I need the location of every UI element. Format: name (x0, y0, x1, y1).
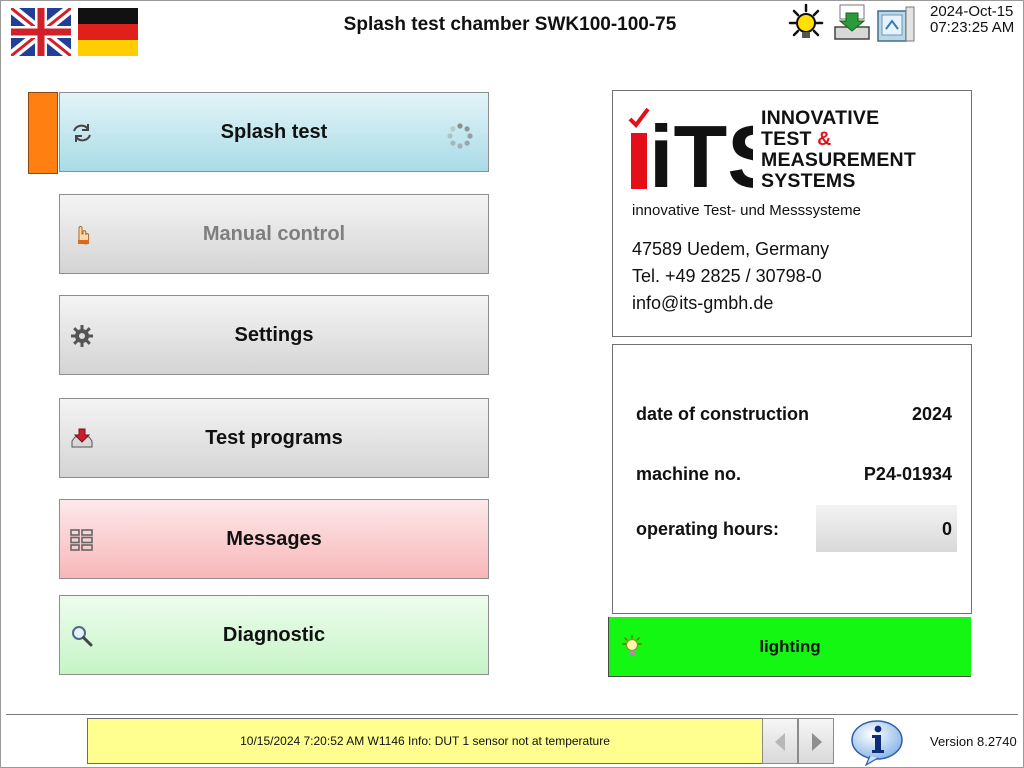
company-phone: Tel. +49 2825 / 30798-0 (632, 266, 822, 286)
diagnostic-label: Diagnostic (222, 623, 326, 646)
messages-button[interactable]: Messages (59, 499, 489, 579)
operating-hours-label: operating hours: (636, 519, 779, 539)
selection-marker (28, 92, 58, 174)
manual-control-button[interactable]: Manual control (59, 194, 489, 274)
splash-test-button[interactable]: Splash test (59, 92, 489, 172)
messages-label: Messages (226, 527, 322, 550)
machine-no-label: machine no. (636, 464, 742, 484)
settings-button[interactable]: Settings (59, 295, 489, 375)
logo-letters: iTS (649, 107, 753, 191)
splash-test-label: Splash test (220, 120, 328, 143)
chevron-right-icon (812, 733, 822, 751)
operating-hours-box (816, 505, 957, 552)
construction-label: date of construction (636, 404, 810, 424)
message-prev-button[interactable] (762, 718, 798, 764)
message-next-button[interactable] (798, 718, 834, 764)
message-text: 10/15/2024 7:20:52 AM W1146 Info: DUT 1 … (240, 734, 610, 748)
machine-no-value: P24-01934 (863, 464, 952, 484)
footer-divider (6, 714, 1018, 715)
info-icon[interactable] (850, 718, 906, 766)
lamp-icon[interactable] (786, 3, 826, 45)
manual-control-label: Manual control (202, 222, 346, 245)
settings-label: Settings (234, 323, 314, 346)
its-logo: iTS (628, 107, 753, 191)
message-bar[interactable]: 10/15/2024 7:20:52 AM W1146 Info: DUT 1 … (87, 718, 763, 764)
operating-hours-value: 0 (941, 519, 952, 539)
company-address: 47589 Uedem, Germany (632, 239, 830, 259)
machine-info-panel: date of construction 2024 machine no. P2… (612, 344, 972, 614)
computer-icon[interactable] (876, 3, 916, 45)
diagnostic-button[interactable]: Diagnostic (59, 595, 489, 675)
test-programs-label: Test programs (205, 426, 343, 449)
lighting-button[interactable]: lighting (608, 617, 971, 677)
spinner-icon (447, 123, 473, 149)
company-tagline: innovative Test- und Messsysteme (632, 202, 861, 219)
download-icon[interactable] (832, 3, 872, 45)
lighting-label: lighting (759, 637, 821, 656)
flag-germany-icon[interactable] (78, 8, 138, 56)
chevron-left-icon (775, 733, 785, 751)
version-label: Version 8.2740 (930, 734, 1017, 749)
brand-name: INNOVATIVE TEST & MEASUREMENT SYSTEMS (761, 107, 916, 192)
test-programs-button[interactable]: Test programs (59, 398, 489, 478)
clock-time: 07:23:25 AM (930, 19, 1015, 36)
company-panel: iTS INNOVATIVE TEST & MEASUREMENT SYSTEM… (612, 90, 972, 337)
company-email: info@its-gmbh.de (632, 293, 774, 313)
construction-value: 2024 (911, 404, 952, 424)
page-title: Splash test chamber SWK100-100-75 (343, 14, 677, 35)
clock: 2024-Oct-15 07:23:25 AM (930, 4, 1014, 36)
flag-uk-icon[interactable] (11, 8, 71, 56)
clock-date: 2024-Oct-15 (930, 3, 1014, 20)
